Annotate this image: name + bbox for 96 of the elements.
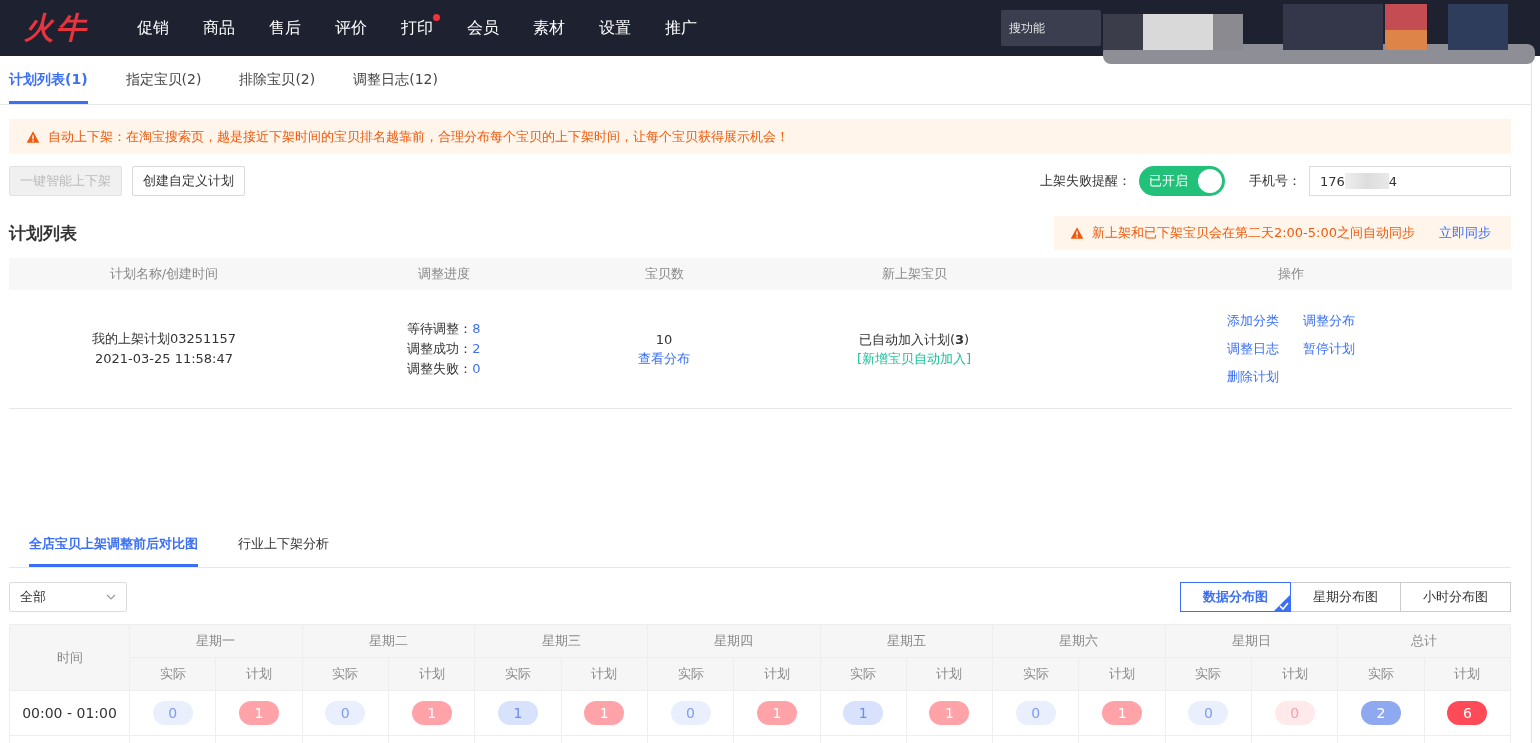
phone-field[interactable]: 176 4: [1309, 166, 1511, 196]
column-header: 操作: [1069, 258, 1512, 290]
view-distribution-link[interactable]: 查看分布: [638, 350, 690, 368]
column-header: 计划: [1252, 658, 1339, 691]
item-count: 10: [655, 331, 673, 349]
column-header: 实际: [647, 658, 735, 691]
nav-item[interactable]: 设置: [582, 0, 648, 56]
count-badge: 0: [1188, 701, 1229, 725]
alert-text: 自动上下架：在淘宝搜索页，越是接近下架时间的宝贝排名越靠前，合理分布每个宝贝的上下架时间，让每个宝贝获得展示机会！: [48, 127, 789, 146]
logo[interactable]: 火牛: [24, 7, 116, 49]
count-badge: 1: [411, 701, 452, 725]
tab[interactable]: 全店宝贝上架调整前后对比图: [29, 523, 198, 567]
plan-name: 我的上架计划03251157: [91, 330, 237, 348]
progress-value: 0: [472, 360, 481, 378]
progress-value: 8: [472, 320, 481, 338]
nav-item[interactable]: 会员: [450, 0, 516, 56]
count-badge: 1: [756, 701, 797, 725]
chart-mode-button[interactable]: 小时分布图: [1400, 582, 1511, 612]
column-header: 新上架宝贝: [759, 258, 1069, 290]
chevron-down-icon: [106, 594, 116, 600]
created-time: 2021-03-25 11:58:47: [94, 350, 234, 368]
column-header: 计划名称/创建时间: [9, 258, 319, 290]
count-badge: 0: [670, 701, 711, 725]
column-header: 计划: [1424, 658, 1511, 691]
operation-link[interactable]: 调整分布: [1302, 312, 1355, 330]
nav-item[interactable]: 素材: [516, 0, 582, 56]
progress-label: 等待调整：: [407, 320, 473, 338]
count-badge: 6: [1447, 701, 1488, 725]
count-badge: 1: [238, 701, 279, 725]
count-badge: 0: [1274, 701, 1315, 725]
sync-link[interactable]: 立即同步: [1439, 224, 1491, 242]
operation-link[interactable]: 暂停计划: [1302, 340, 1355, 358]
count-badge: 0: [325, 701, 366, 725]
tab[interactable]: 计划列表(1): [9, 56, 88, 104]
tab[interactable]: 行业上下架分析: [238, 523, 329, 567]
column-header: 计划: [734, 658, 821, 691]
section-title: 计划列表: [9, 221, 77, 245]
nav-item[interactable]: 促销: [120, 0, 186, 56]
column-header: 星期四: [647, 625, 821, 658]
count-badge: 1: [1102, 701, 1143, 725]
tab[interactable]: 排除宝贝(2): [239, 56, 316, 104]
nav-item[interactable]: 商品: [186, 0, 252, 56]
nav-item[interactable]: 售后: [252, 0, 318, 56]
column-header: 计划: [561, 658, 648, 691]
nav-item[interactable]: 评价: [318, 0, 384, 56]
nav-item[interactable]: 打印: [384, 0, 450, 56]
column-header: 实际: [475, 658, 562, 691]
column-header: 星期二: [302, 625, 476, 658]
column-header: 计划: [388, 658, 476, 691]
column-header: 星期日: [1165, 625, 1339, 658]
warning-icon: [1069, 226, 1084, 240]
progress-value: 2: [472, 340, 481, 358]
count-badge: 1: [497, 701, 538, 725]
column-header: 实际: [1165, 658, 1253, 691]
phone-label: 手机号：: [1249, 172, 1301, 190]
tab[interactable]: 调整日志(12): [353, 56, 438, 104]
column-header: 宝贝数: [569, 258, 759, 290]
count-badge: 1: [843, 701, 884, 725]
column-header: 实际: [130, 658, 217, 691]
column-header: 调整进度: [319, 258, 569, 290]
column-header: 计划: [906, 658, 994, 691]
column-header: 计划: [216, 658, 303, 691]
reminder-label: 上架失败提醒：: [1040, 172, 1131, 190]
auto-added-text: 已自动加入计划(3): [858, 331, 970, 349]
column-header: 实际: [1338, 658, 1425, 691]
column-header: 计划: [1079, 658, 1166, 691]
column-header: 时间: [10, 625, 130, 691]
count-badge: 2: [1361, 701, 1402, 725]
column-header: 实际: [820, 658, 907, 691]
chart-mode-button[interactable]: 星期分布图: [1290, 582, 1401, 612]
check-corner-icon: [1274, 595, 1290, 611]
warning-icon: [26, 129, 40, 144]
column-header: 实际: [302, 658, 389, 691]
column-header: 星期一: [130, 625, 303, 658]
count-badge: 0: [152, 701, 193, 725]
column-header: 星期六: [993, 625, 1166, 658]
progress-label: 调整失败：: [407, 360, 473, 378]
operation-link[interactable]: 删除计划: [1226, 368, 1279, 386]
operation-link[interactable]: 调整日志: [1226, 340, 1279, 358]
tab[interactable]: 指定宝贝(2): [125, 56, 202, 104]
nav-item[interactable]: 推广: [648, 0, 714, 56]
column-header: 实际: [993, 658, 1080, 691]
search-field[interactable]: 搜功能: [1001, 10, 1101, 46]
chart-mode-button[interactable]: 数据分布图: [1180, 582, 1291, 612]
progress-label: 调整成功：: [407, 340, 473, 358]
operation-link[interactable]: 添加分类: [1226, 312, 1279, 330]
column-header: 星期五: [820, 625, 994, 658]
notice-text: 新上架和已下架宝贝会在第二天2:00-5:00之间自动同步: [1091, 224, 1415, 242]
count-badge: 1: [584, 701, 625, 725]
column-header: 星期三: [475, 625, 648, 658]
column-header: 总计: [1338, 625, 1511, 658]
count-badge: 1: [929, 701, 970, 725]
action-button[interactable]: 创建自定义计划: [132, 166, 245, 196]
count-badge: 0: [1015, 701, 1056, 725]
filter-select[interactable]: 全部: [9, 582, 127, 612]
time-cell: 00:00 - 01:00: [10, 691, 130, 736]
